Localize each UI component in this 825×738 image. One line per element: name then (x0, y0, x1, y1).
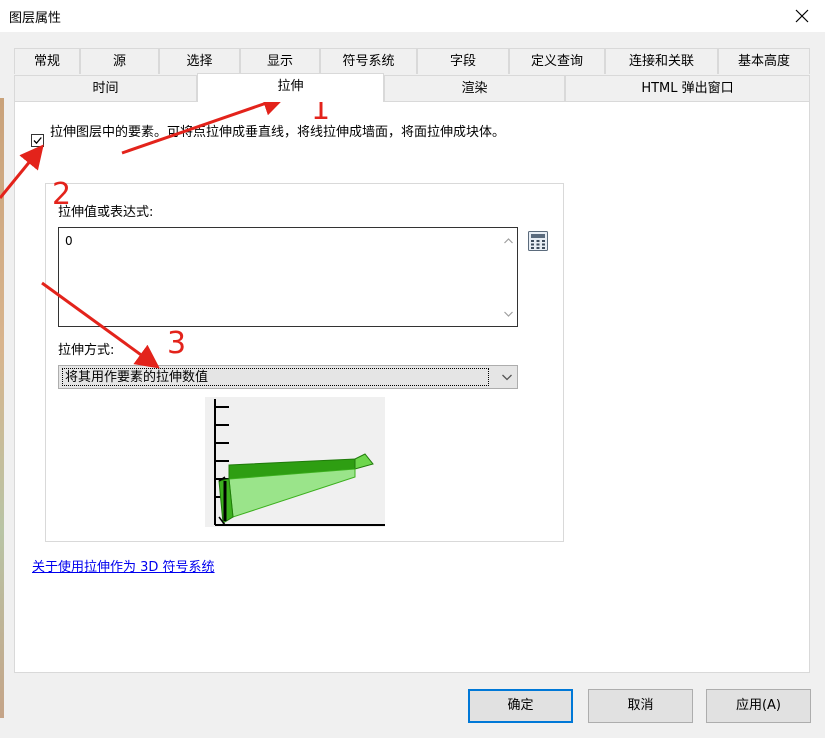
close-icon (795, 9, 809, 23)
expression-value: 0 (65, 234, 73, 248)
expression-scrollbar[interactable] (500, 228, 517, 326)
extrusion-method-value: 将其用作要素的拉伸数值 (62, 368, 489, 386)
tab-source[interactable]: 源 (80, 48, 159, 74)
tab-time[interactable]: 时间 (14, 75, 197, 101)
extrusion-help-link[interactable]: 关于使用拉伸作为 3D 符号系统 (32, 556, 215, 575)
tab-definition-query[interactable]: 定义查询 (509, 48, 605, 74)
extrusion-diagram-icon (214, 399, 385, 526)
extrusion-preview-illustration (205, 397, 385, 527)
extrude-checkbox[interactable] (31, 134, 44, 147)
tab-base-heights[interactable]: 基本高度 (718, 48, 810, 74)
expression-builder-button[interactable] (527, 230, 549, 252)
extrusion-method-select[interactable]: 将其用作要素的拉伸数值 (58, 365, 518, 389)
scroll-up-icon (504, 238, 513, 317)
extrude-checkbox-label: 拉伸图层中的要素。可将点拉伸成垂直线，将线拉伸成墙面，将面拉伸成块体。 (50, 125, 506, 140)
expression-label: 拉伸值或表达式: (58, 205, 154, 220)
tab-rendering[interactable]: 渲染 (384, 75, 565, 101)
tab-general[interactable]: 常规 (14, 48, 80, 74)
tab-symbology[interactable]: 符号系统 (320, 48, 417, 74)
title-bar: 图层属性 (0, 0, 825, 32)
tab-joins-relates[interactable]: 连接和关联 (605, 48, 718, 74)
annotation-number-2: 2 (52, 177, 72, 212)
checkmark-icon (33, 137, 42, 145)
tab-extrusion[interactable]: 拉伸 (197, 73, 384, 102)
ok-button[interactable]: 确定 (468, 689, 573, 723)
close-button[interactable] (779, 0, 825, 32)
tab-selection[interactable]: 选择 (159, 48, 240, 74)
chevron-down-icon (502, 374, 512, 381)
apply-button[interactable]: 应用(A) (706, 689, 811, 723)
background-strip (0, 98, 4, 718)
tab-html-popup[interactable]: HTML 弹出窗口 (565, 75, 810, 101)
window-title: 图层属性 (9, 11, 62, 26)
cancel-button[interactable]: 取消 (588, 689, 693, 723)
calculator-icon (528, 231, 548, 251)
tab-fields[interactable]: 字段 (417, 48, 509, 74)
expression-input[interactable]: 0 (58, 227, 518, 327)
method-label: 拉伸方式: (58, 343, 115, 358)
annotation-number-3: 3 (167, 326, 187, 361)
tab-display[interactable]: 显示 (240, 48, 320, 74)
